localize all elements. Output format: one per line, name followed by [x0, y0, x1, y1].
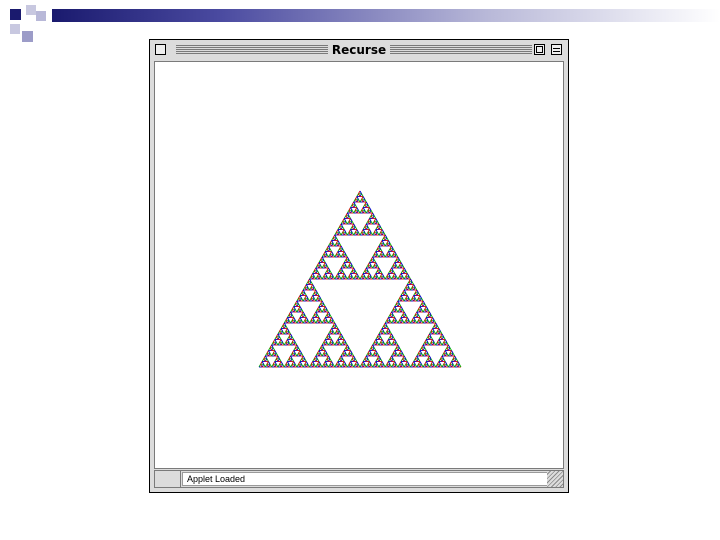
slide-square-light — [10, 24, 20, 34]
title-bar-stripes — [390, 45, 532, 55]
collapse-box-icon[interactable] — [551, 44, 562, 55]
resize-grip-icon[interactable] — [547, 471, 563, 487]
status-field: Applet Loaded — [182, 472, 548, 486]
status-text: Applet Loaded — [187, 474, 246, 484]
sierpinski-fractal — [258, 190, 462, 368]
zoom-box-icon[interactable] — [534, 44, 545, 55]
status-bar: Applet Loaded — [154, 470, 564, 488]
window-title: Recurse — [331, 43, 387, 57]
fractal-edges — [258, 190, 462, 368]
slide-square-light — [36, 11, 46, 21]
slide-square-dark — [10, 9, 21, 20]
slide-square-mid — [22, 31, 33, 42]
slide-header-bar — [52, 9, 720, 22]
close-box-icon[interactable] — [155, 44, 166, 55]
applet-canvas[interactable] — [154, 61, 564, 469]
applet-window: Recurse Applet Loaded — [149, 39, 569, 493]
slide-square-light — [26, 5, 36, 15]
title-bar-stripes — [176, 45, 328, 55]
status-bar-lead — [155, 471, 181, 487]
title-bar[interactable]: Recurse — [150, 40, 568, 60]
